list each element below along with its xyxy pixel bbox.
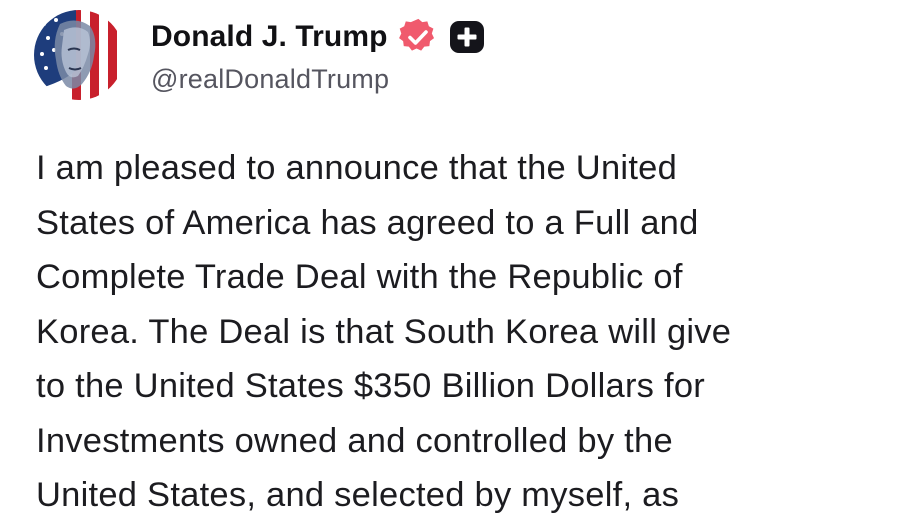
post-text-line: States of America has agreed to a Full a… [36,203,699,242]
post-text-line: I am pleased to announce that the United [36,149,678,187]
user-handle[interactable]: @realDonaldTrump [151,64,485,95]
avatar[interactable] [34,10,124,100]
avatar-image [34,10,124,100]
post-header: Donald J. Trump @realDonaldTrump [34,10,485,102]
post-text-line: to the United States $350 Billion Dollar… [36,367,706,405]
post-text: I am pleased to announce that the United… [36,141,896,523]
name-row: Donald J. Trump [151,14,485,60]
author-info: Donald J. Trump @realDonaldTrump [151,14,485,95]
post-text-line: United States, and selected by myself, a… [36,476,680,514]
post-text-line: Korea. The Deal is that South Korea will… [36,312,732,351]
post-text-line: Complete Trade Deal with the Republic of [36,258,683,296]
plus-badge-icon [449,20,485,54]
display-name[interactable]: Donald J. Trump [151,20,388,54]
post-card: Donald J. Trump @realDonaldTrump I am pl… [0,0,912,514]
post-text-line: Investments owned and controlled by the [36,421,673,460]
verified-badge-icon [398,17,438,57]
